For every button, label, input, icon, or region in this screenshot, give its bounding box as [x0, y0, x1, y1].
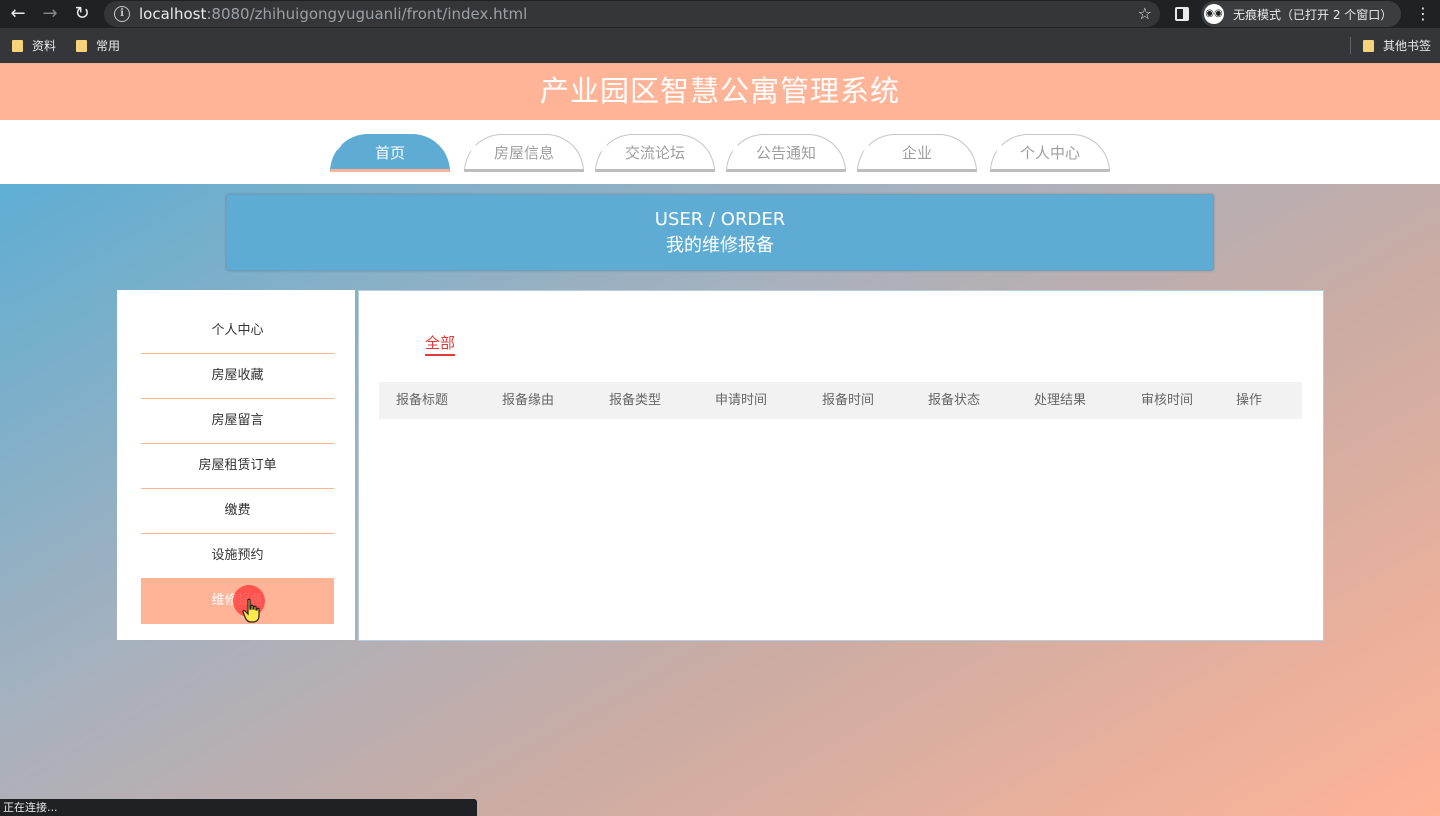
column-header: 报备状态 [927, 393, 980, 408]
bookmarks-divider [1350, 37, 1351, 54]
site-title: 产业园区智慧公寓管理系统 [539, 74, 900, 108]
url-path: :8080/zhihuigongyuguanli/front/index.htm… [206, 5, 528, 23]
banner-title-cn: 我的维修报备 [666, 235, 774, 256]
repair-report-panel: 全部 报备标题 报备缘由 报备类型 申请时间 报备时间 报备状态 处理结果 审核… [358, 290, 1324, 641]
bookmark-folder-changyong[interactable]: 常用 [76, 37, 120, 54]
nav-tab-forum[interactable]: 交流论坛 [595, 134, 715, 172]
reload-icon[interactable]: ↻ [72, 4, 92, 24]
column-header: 申请时间 [714, 393, 767, 408]
url-text[interactable]: localhost:8080/zhihuigongyuguanli/front/… [139, 5, 527, 23]
nav-tab-notices[interactable]: 公告通知 [726, 134, 846, 172]
bookmarks-bar: 资料 常用 其他书签 [0, 28, 1440, 63]
folder-icon [1363, 40, 1374, 52]
incognito-icon: ◉◉ [1204, 4, 1224, 24]
web-page: 产业园区智慧公寓管理系统 首页 房屋信息 交流论坛 公告通知 企业 个人中心 U… [0, 63, 1440, 816]
url-host: localhost [139, 5, 207, 23]
side-panel-icon[interactable] [1175, 7, 1189, 21]
bookmark-label: 资料 [32, 39, 57, 53]
folder-icon [12, 40, 23, 52]
hand-cursor-icon [242, 598, 260, 623]
column-header: 报备时间 [821, 393, 874, 408]
table-header: 报备标题 报备缘由 报备类型 申请时间 报备时间 报备状态 处理结果 审核时间 … [379, 382, 1302, 419]
bookmark-folder-ziliao[interactable]: 资料 [12, 37, 56, 54]
nav-tab-housing[interactable]: 房屋信息 [464, 134, 584, 172]
address-bar[interactable]: i localhost:8080/zhihuigongyuguanli/fron… [104, 1, 1160, 27]
user-sidebar: 个人中心 房屋收藏 房屋留言 房屋租赁订单 缴费 设施预约 维修报备 [117, 290, 355, 640]
nav-tab-enterprise[interactable]: 企业 [857, 134, 977, 172]
sidebar-item-facility-booking[interactable]: 设施预约 [141, 534, 334, 579]
sidebar-item-messages[interactable]: 房屋留言 [141, 399, 334, 444]
site-info-icon[interactable]: i [114, 6, 130, 22]
page-banner: USER / ORDER 我的维修报备 [226, 194, 1214, 271]
site-header: 产业园区智慧公寓管理系统 [0, 63, 1440, 120]
column-header: 报备标题 [395, 393, 448, 408]
column-header: 处理结果 [1033, 393, 1086, 408]
browser-menu-icon[interactable]: ⋮ [1415, 4, 1431, 23]
filter-tab-all[interactable]: 全部 [425, 332, 456, 356]
column-header: 操作 [1235, 393, 1262, 408]
other-bookmarks[interactable]: 其他书签 [1363, 37, 1431, 54]
bookmark-star-icon[interactable]: ☆ [1138, 4, 1152, 23]
browser-toolbar: ← → ↻ i localhost:8080/zhihuigongyuguanl… [0, 0, 1440, 28]
forward-icon[interactable]: → [40, 4, 60, 24]
column-header: 报备缘由 [501, 393, 554, 408]
sidebar-item-favorites[interactable]: 房屋收藏 [141, 354, 334, 399]
incognito-badge[interactable]: ◉◉ 无痕模式（已打开 2 个窗口） [1201, 1, 1401, 27]
nav-tab-profile[interactable]: 个人中心 [990, 134, 1110, 172]
column-header: 报备类型 [608, 393, 661, 408]
incognito-label: 无痕模式（已打开 2 个窗口） [1233, 8, 1393, 22]
bookmark-label: 常用 [96, 39, 121, 53]
sidebar-item-payment[interactable]: 缴费 [141, 489, 334, 534]
nav-tab-home[interactable]: 首页 [330, 134, 450, 172]
sidebar-item-rental-orders[interactable]: 房屋租赁订单 [141, 444, 334, 489]
sidebar-item-profile[interactable]: 个人中心 [141, 309, 334, 354]
back-icon[interactable]: ← [8, 4, 28, 24]
bookmark-label: 其他书签 [1383, 39, 1432, 53]
folder-icon [76, 40, 87, 52]
banner-title-en: USER / ORDER [654, 209, 786, 230]
browser-status-bar: 正在连接... [0, 799, 477, 816]
main-nav: 首页 房屋信息 交流论坛 公告通知 企业 个人中心 [0, 120, 1440, 184]
